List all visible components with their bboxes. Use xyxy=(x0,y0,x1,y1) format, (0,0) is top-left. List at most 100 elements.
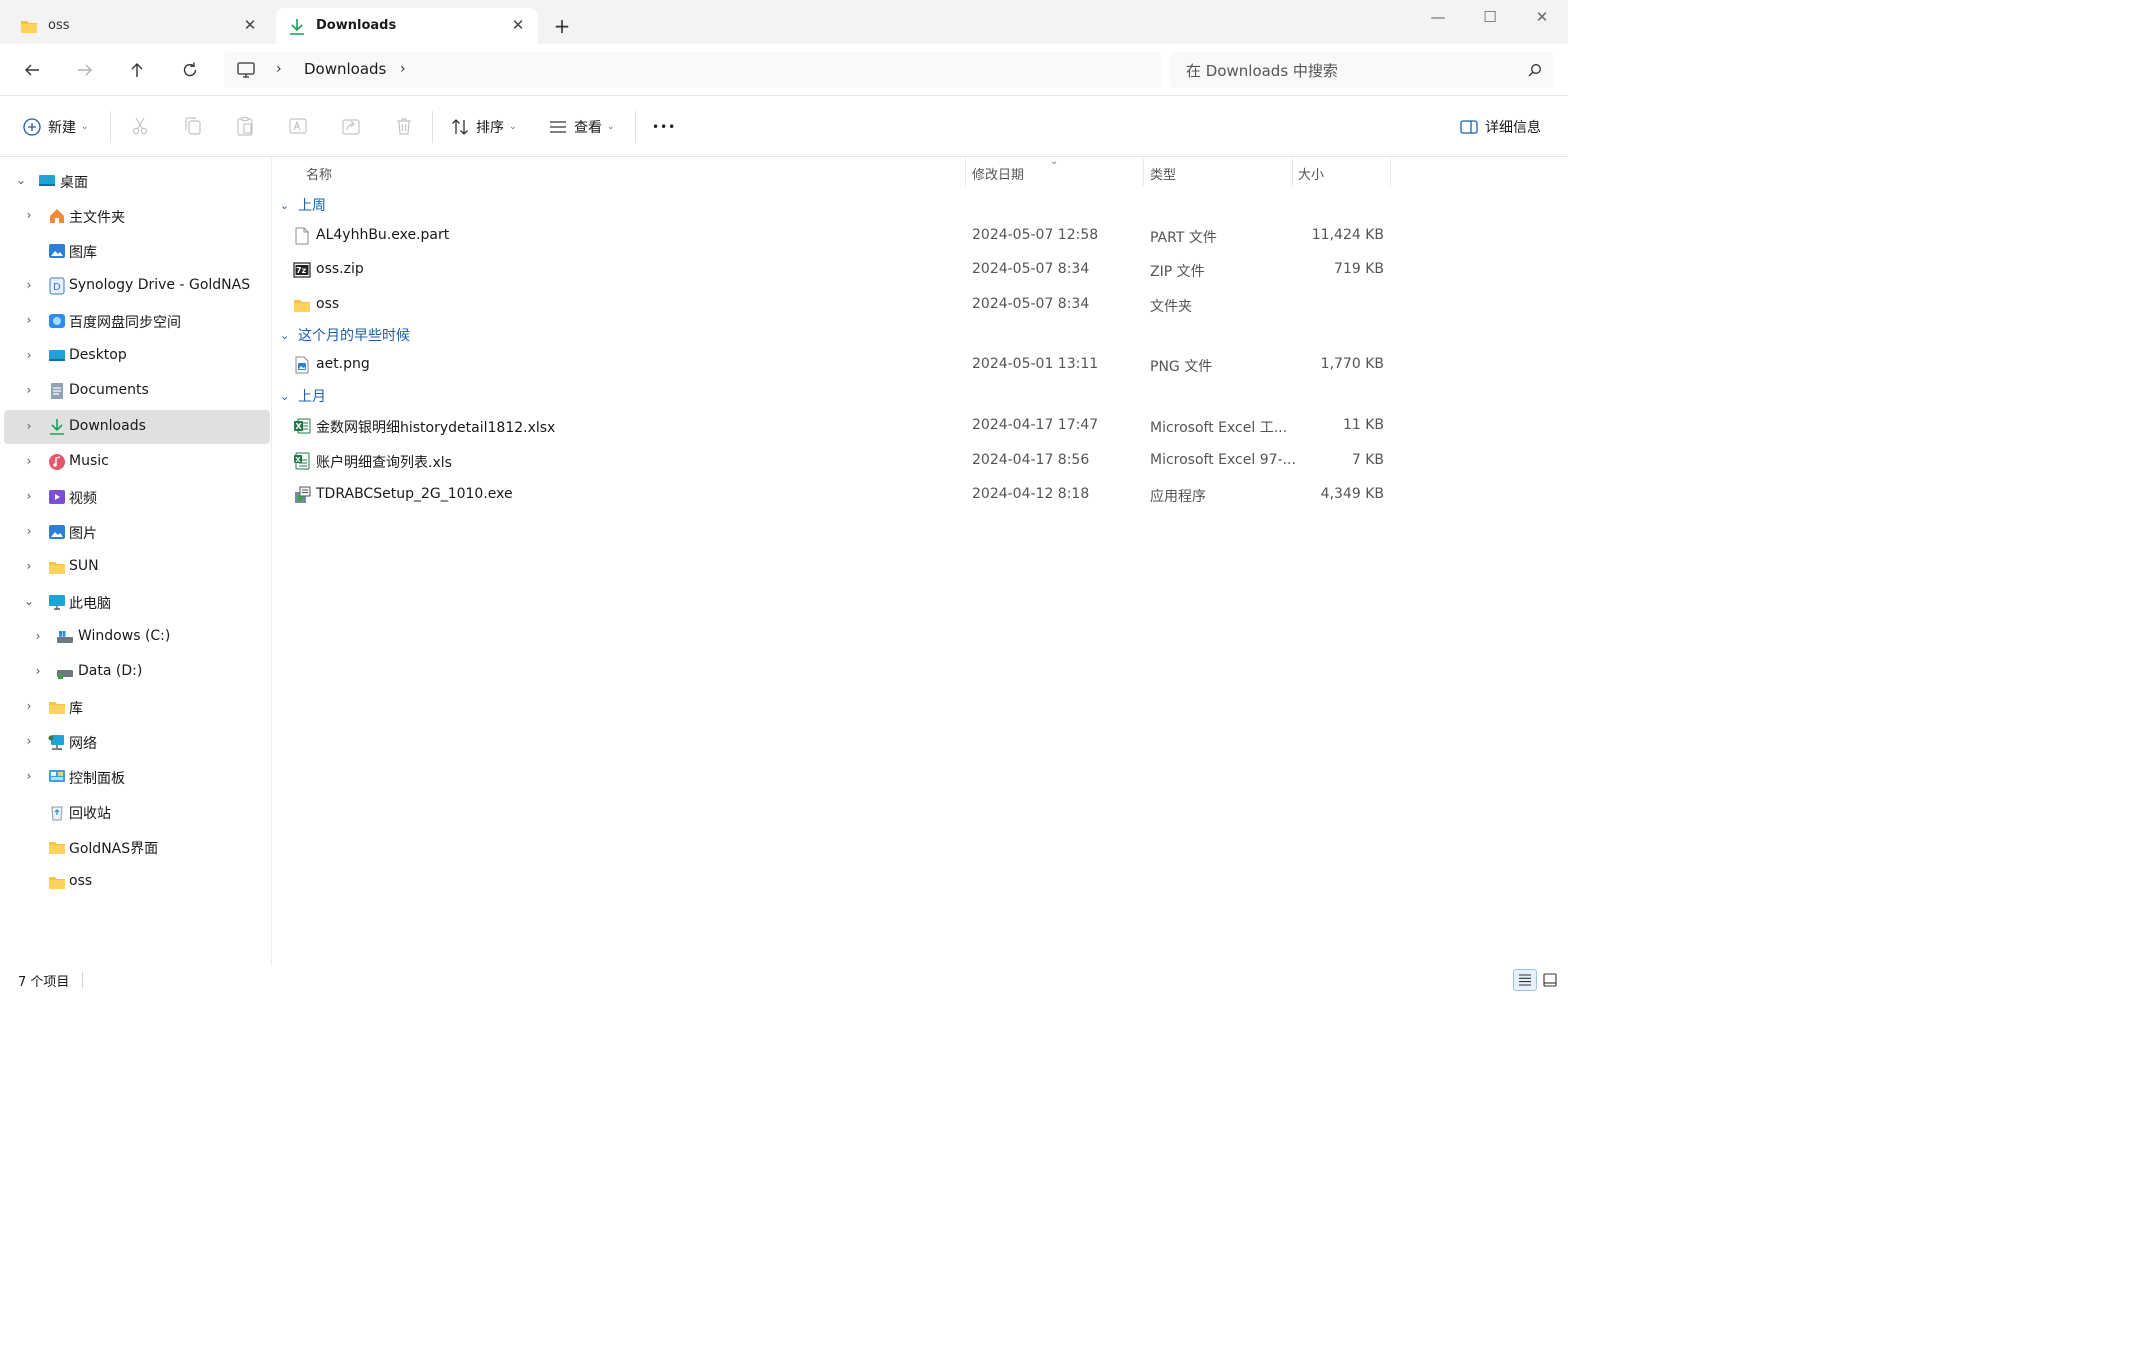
file-row[interactable]: AL4yhhBu.exe.part 2024-05-07 12:58 PART … xyxy=(280,219,1384,253)
sidebar-item-desktop-root[interactable]: ⌄ 桌面 xyxy=(4,164,270,198)
sidebar-item-label: 图库 xyxy=(69,245,97,261)
column-header-size[interactable]: 大小 xyxy=(1298,164,1324,183)
file-row[interactable]: aet.png 2024-05-01 13:11 PNG 文件 1,770 KB xyxy=(280,348,1384,382)
sidebar-item-goldnas[interactable]: GoldNAS界面 xyxy=(4,830,270,864)
chevron-right-icon[interactable]: › xyxy=(22,419,36,433)
sidebar-item-label: Documents xyxy=(69,382,149,398)
sidebar-item-videos[interactable]: › 视频 xyxy=(4,480,270,514)
chevron-right-icon[interactable]: › xyxy=(22,559,36,573)
sidebar-item-recycle-bin[interactable]: 回收站 xyxy=(4,795,270,829)
new-button[interactable]: 新建 ⌄ xyxy=(22,113,89,141)
sidebar-item-music[interactable]: › Music xyxy=(4,445,270,479)
column-header-type[interactable]: 类型 xyxy=(1150,164,1176,183)
chevron-down-icon[interactable]: ⌄ xyxy=(22,594,36,608)
sidebar-item-documents[interactable]: › Documents xyxy=(4,374,270,408)
arrow-up-icon xyxy=(131,63,143,77)
chevron-right-icon[interactable]: › xyxy=(22,524,36,538)
group-label: 这个月的早些时候 xyxy=(298,328,410,344)
details-pane-button[interactable]: 详细信息 xyxy=(1459,113,1541,141)
chevron-right-icon[interactable]: › xyxy=(22,734,36,748)
details-view-button[interactable] xyxy=(1513,969,1537,991)
minimize-button[interactable]: — xyxy=(1412,4,1464,32)
column-divider[interactable] xyxy=(1390,158,1391,186)
refresh-button[interactable] xyxy=(175,56,205,84)
file-type: Microsoft Excel 97-... xyxy=(1150,452,1296,468)
sidebar-item-libraries[interactable]: › 库 xyxy=(4,690,270,724)
chevron-right-icon[interactable]: › xyxy=(22,383,36,397)
sidebar-item-baidu-netdisk[interactable]: › 百度网盘同步空间 xyxy=(4,304,270,338)
column-divider[interactable] xyxy=(1143,158,1144,186)
up-button[interactable] xyxy=(122,56,152,84)
maximize-button[interactable]: ☐ xyxy=(1464,4,1516,32)
chevron-right-icon[interactable]: › xyxy=(22,313,36,327)
sidebar-item-oss[interactable]: oss xyxy=(4,865,270,899)
breadcrumb-downloads[interactable]: Downloads xyxy=(304,60,386,78)
more-options-button[interactable]: ••• xyxy=(652,113,676,141)
chevron-right-icon[interactable]: › xyxy=(22,699,36,713)
rename-button[interactable] xyxy=(287,115,309,137)
monitor-icon[interactable] xyxy=(236,60,256,80)
sidebar-item-windows-c[interactable]: › Windows (C:) xyxy=(4,620,270,654)
group-header-last-month[interactable]: ⌄ 上月 xyxy=(280,385,326,407)
column-divider[interactable] xyxy=(965,158,966,186)
sort-button[interactable]: 排序 ⌄ xyxy=(450,113,517,141)
chevron-right-icon[interactable]: › xyxy=(22,454,36,468)
sidebar-item-gallery[interactable]: 图库 xyxy=(4,234,270,268)
sidebar-item-network[interactable]: › 网络 xyxy=(4,725,270,759)
column-divider[interactable] xyxy=(1292,158,1293,186)
sidebar-item-control-panel[interactable]: › 控制面板 xyxy=(4,760,270,794)
chevron-down-icon[interactable]: ⌄ xyxy=(14,173,28,187)
new-tab-button[interactable]: + xyxy=(548,14,576,40)
sidebar-item-data-d[interactable]: › Data (D:) xyxy=(4,655,270,689)
chevron-right-icon[interactable]: › xyxy=(31,664,45,678)
chevron-right-icon[interactable]: › xyxy=(400,61,406,77)
close-tab-icon[interactable]: ✕ xyxy=(242,17,258,33)
sidebar-item-downloads[interactable]: › Downloads xyxy=(4,410,270,444)
close-window-button[interactable]: ✕ xyxy=(1516,4,1568,32)
chevron-right-icon[interactable]: › xyxy=(22,489,36,503)
share-button[interactable] xyxy=(340,115,362,137)
chevron-right-icon[interactable]: › xyxy=(276,61,282,77)
sidebar-item-label: 百度网盘同步空间 xyxy=(69,315,181,331)
chevron-right-icon[interactable]: › xyxy=(22,208,36,222)
column-header-date[interactable]: 修改日期 xyxy=(972,164,1024,183)
forward-button[interactable] xyxy=(70,56,100,84)
sidebar-item-desktop[interactable]: › Desktop xyxy=(4,339,270,373)
view-button[interactable]: 查看 ⌄ xyxy=(548,113,615,141)
file-row[interactable]: oss 2024-05-07 8:34 文件夹 xyxy=(280,288,1384,322)
recycle-bin-icon xyxy=(48,803,66,821)
back-button[interactable] xyxy=(17,56,47,84)
clipboard-icon xyxy=(237,116,253,136)
sidebar-item-this-pc[interactable]: ⌄ 此电脑 xyxy=(4,585,270,619)
column-header-name[interactable]: 名称 xyxy=(306,164,332,183)
chevron-right-icon[interactable]: › xyxy=(22,278,36,292)
copy-button[interactable] xyxy=(182,115,204,137)
chevron-right-icon[interactable]: › xyxy=(22,348,36,362)
tab-downloads[interactable]: Downloads ✕ xyxy=(276,8,538,44)
file-row[interactable]: 7z oss.zip 2024-05-07 8:34 ZIP 文件 719 KB xyxy=(280,253,1384,287)
large-icons-view-button[interactable] xyxy=(1538,969,1562,991)
image-file-icon xyxy=(293,356,311,374)
chevron-right-icon[interactable]: › xyxy=(22,769,36,783)
search-input[interactable]: 在 Downloads 中搜索 xyxy=(1186,60,1338,81)
tab-oss[interactable]: oss ✕ xyxy=(8,8,270,44)
status-bar: 7 个项目 xyxy=(0,966,1568,994)
close-tab-icon[interactable]: ✕ xyxy=(510,17,526,33)
address-bar[interactable]: › Downloads › xyxy=(224,52,1162,88)
file-row[interactable]: TDRABCSetup_2G_1010.exe 2024-04-12 8:18 … xyxy=(280,478,1384,512)
search-box[interactable]: 在 Downloads 中搜索 xyxy=(1170,52,1554,88)
arrow-left-icon xyxy=(25,64,39,76)
cut-button[interactable] xyxy=(129,115,151,137)
sidebar-item-pictures[interactable]: › 图片 xyxy=(4,515,270,549)
file-row[interactable]: X 账户明细查询列表.xls 2024-04-17 8:56 Microsoft… xyxy=(280,444,1384,478)
group-header-last-week[interactable]: ⌄ 上周 xyxy=(280,194,326,216)
group-header-earlier-this-month[interactable]: ⌄ 这个月的早些时候 xyxy=(280,324,410,346)
file-row[interactable]: X 金数网银明细historydetail1812.xlsx 2024-04-1… xyxy=(280,409,1384,443)
chevron-right-icon[interactable]: › xyxy=(31,629,45,643)
sidebar-item-sun[interactable]: › SUN xyxy=(4,550,270,584)
paste-button[interactable] xyxy=(234,115,256,137)
search-icon xyxy=(1528,63,1542,77)
sidebar-item-home[interactable]: › 主文件夹 xyxy=(4,199,270,233)
delete-button[interactable] xyxy=(393,115,415,137)
sidebar-item-synology-drive[interactable]: › D Synology Drive - GoldNAS xyxy=(4,269,270,303)
